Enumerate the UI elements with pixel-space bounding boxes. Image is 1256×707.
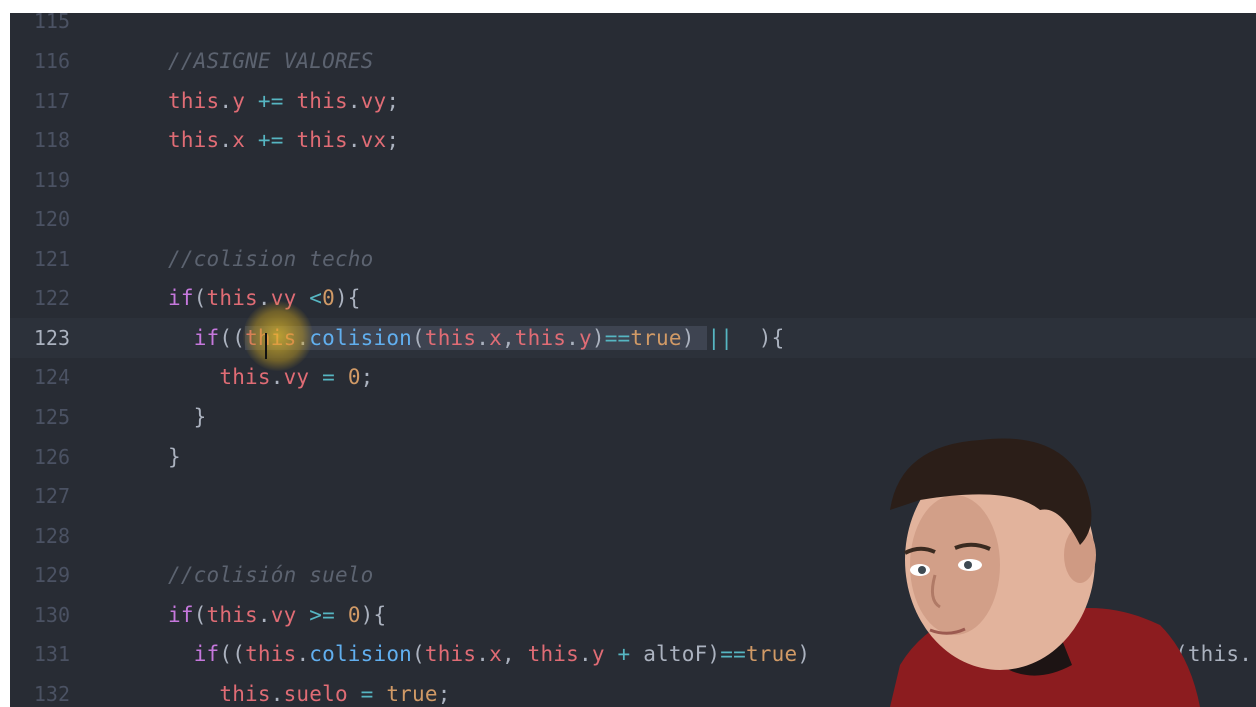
code-text: }	[168, 404, 207, 429]
line-number: 131	[33, 641, 70, 666]
line-number: 123	[33, 325, 70, 350]
code-line[interactable]: 116 //ASIGNE VALORES	[10, 41, 1256, 81]
code-line[interactable]: 122 if(this.vy <0){	[10, 278, 1256, 318]
line-number: 126	[33, 444, 70, 469]
code-line[interactable]: 121 //colision techo	[10, 239, 1256, 279]
presenter-webcam-overlay	[860, 425, 1256, 707]
code-text: this.suelo = true;	[219, 681, 451, 706]
text-cursor-icon	[265, 333, 271, 359]
presenter-icon	[890, 438, 1200, 707]
line-number: 127	[33, 483, 70, 508]
code-text: this.x += this.vx;	[168, 127, 400, 152]
code-text: //colisión suelo	[168, 562, 374, 587]
code-text: }	[168, 444, 181, 469]
code-line[interactable]: 117 this.y += this.vy;	[10, 81, 1256, 121]
code-text: //colision techo	[168, 246, 374, 271]
line-number: 124	[33, 364, 70, 389]
code-text: this.y += this.vy;	[168, 88, 400, 113]
line-number: 115	[33, 13, 70, 33]
code-line[interactable]: 115	[10, 13, 1256, 41]
line-number: 132	[33, 681, 70, 706]
line-number: 117	[33, 88, 70, 113]
code-text: //ASIGNE VALORES	[168, 48, 374, 73]
line-number: 118	[33, 127, 70, 152]
code-line[interactable]: 120	[10, 199, 1256, 239]
line-number: 120	[33, 206, 70, 231]
line-number: 130	[33, 602, 70, 627]
code-text: if(this.vy >= 0){	[168, 602, 387, 627]
code-line[interactable]: 119	[10, 160, 1256, 200]
line-number: 129	[33, 562, 70, 587]
line-number: 122	[33, 285, 70, 310]
mouse-highlight	[243, 301, 313, 371]
code-line[interactable]: 124 this.vy = 0;	[10, 357, 1256, 397]
line-number: 125	[33, 404, 70, 429]
code-line-current[interactable]: 123 if((this.colision(this.x,this.y)==tr…	[10, 318, 1256, 358]
code-text: if((this.colision(this.x, this.y + altoF…	[193, 641, 811, 666]
line-number: 116	[33, 48, 70, 73]
line-number: 121	[33, 246, 70, 271]
code-line[interactable]: 118 this.x += this.vx;	[10, 120, 1256, 160]
line-number: 128	[33, 523, 70, 548]
line-number: 119	[33, 167, 70, 192]
